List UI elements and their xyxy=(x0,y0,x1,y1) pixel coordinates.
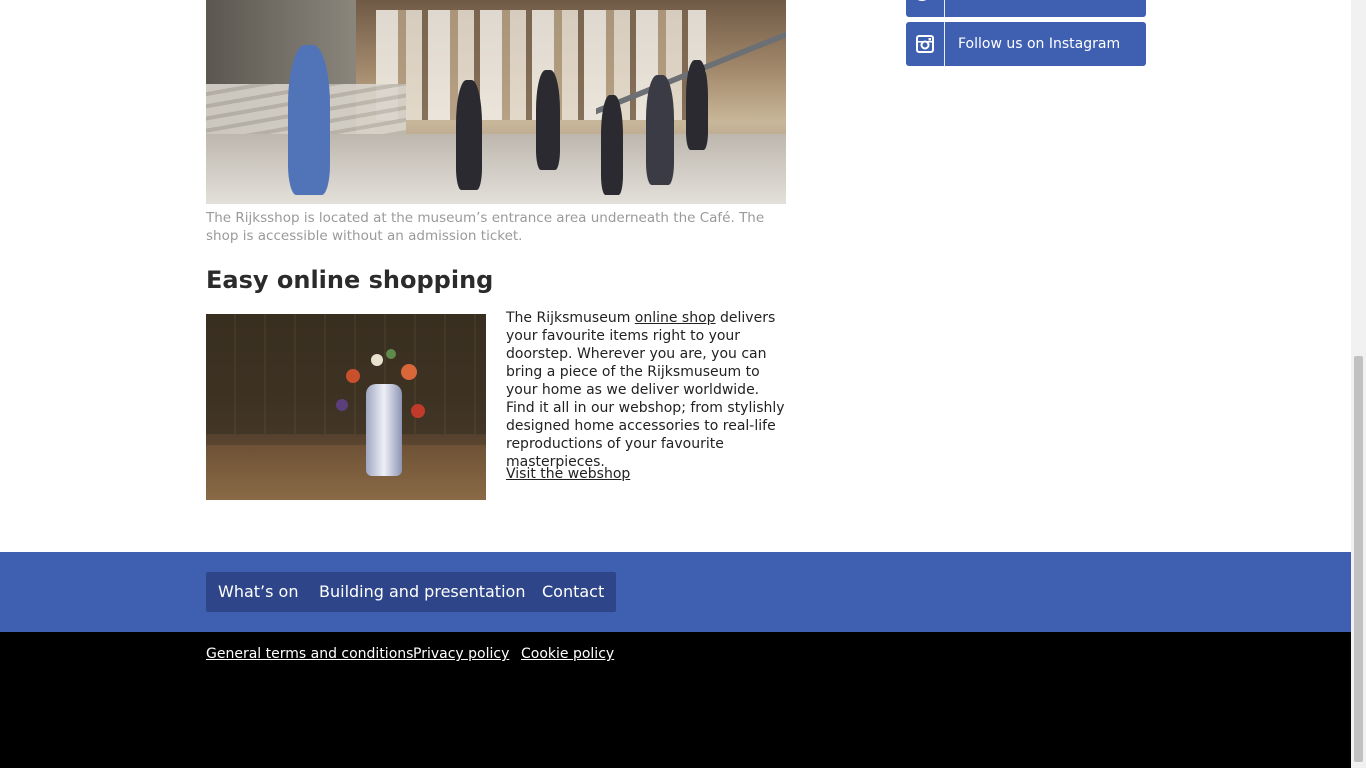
online-shop-link[interactable]: online shop xyxy=(635,310,716,326)
nav-whats-on[interactable]: What’s on xyxy=(206,572,311,612)
flower-vase-photo xyxy=(206,314,486,500)
twitter-icon xyxy=(906,0,945,17)
footer-nav: What’s on Building and presentation Cont… xyxy=(0,552,1351,632)
description-intro: The Rijksmuseum xyxy=(506,310,635,326)
instagram-icon xyxy=(906,22,945,66)
twitter-label: Follow us on Twitter xyxy=(958,0,1096,17)
webshop-description: The Rijksmuseum online shop delivers you… xyxy=(506,309,788,471)
nav-contact[interactable]: Contact xyxy=(530,572,617,612)
visit-webshop-link[interactable]: Visit the webshop xyxy=(506,465,630,483)
terms-link[interactable]: General terms and conditions xyxy=(206,646,413,662)
rijksshop-photo xyxy=(206,0,786,204)
cookie-link[interactable]: Cookie policy xyxy=(521,646,614,662)
footer-legal: General terms and conditions Privacy pol… xyxy=(0,632,1351,768)
follow-instagram-button[interactable]: Follow us on Instagram xyxy=(906,22,1146,66)
follow-twitter-button[interactable]: Follow us on Twitter xyxy=(906,0,1146,17)
privacy-link[interactable]: Privacy policy xyxy=(413,646,509,662)
page: The Rijksshop is located at the museum’s… xyxy=(0,0,1351,768)
section-title: Easy online shopping xyxy=(206,266,494,294)
scrollbar-thumb[interactable] xyxy=(1354,356,1363,762)
instagram-label: Follow us on Instagram xyxy=(958,36,1121,52)
nav-building-and-presentation[interactable]: Building and presentation xyxy=(307,572,538,612)
vertical-scrollbar[interactable] xyxy=(1351,0,1366,768)
photo-caption: The Rijksshop is located at the museum’s… xyxy=(206,210,765,244)
description-body: delivers your favourite items right to y… xyxy=(506,310,785,470)
